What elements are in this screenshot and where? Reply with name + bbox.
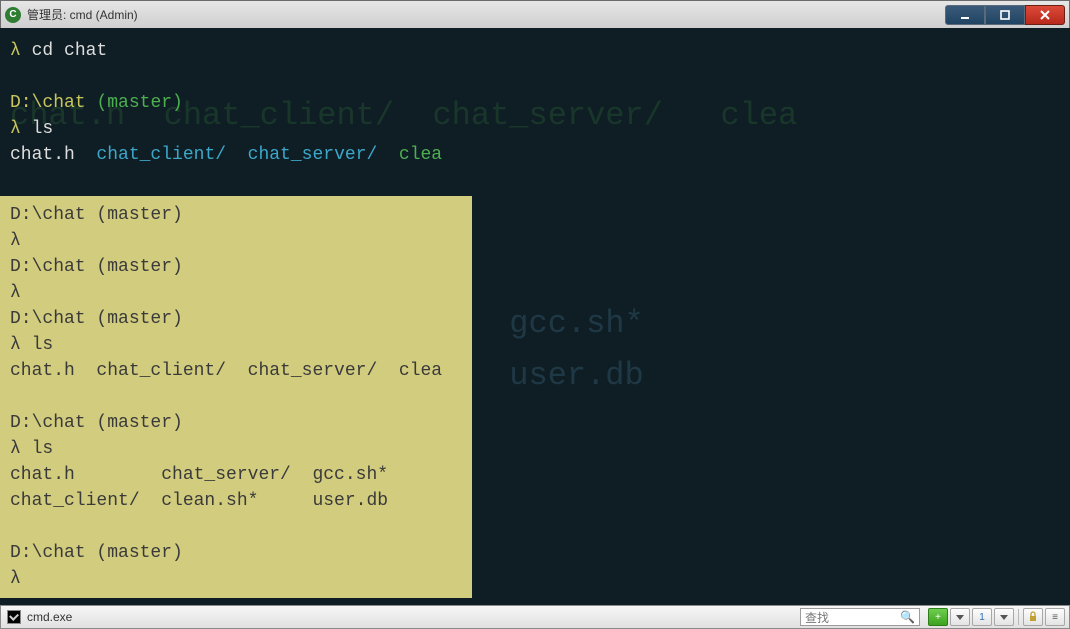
dir: chat_server/ [248, 145, 378, 165]
selection-block: D:\chat (master) λ D:\chat (master) λ D:… [0, 196, 472, 598]
dir: chat_client/ [96, 145, 226, 165]
tab-count: 1 [979, 612, 985, 623]
tab-count-button[interactable]: 1 [972, 608, 992, 626]
close-button[interactable] [1025, 5, 1065, 25]
menu-button[interactable]: ≡ [1045, 608, 1065, 626]
prompt-path: D:\chat [10, 93, 86, 113]
prompt-symbol: λ [10, 41, 21, 61]
sel-line: λ [10, 569, 21, 589]
partial: clea [399, 145, 442, 165]
sel-line: λ [10, 439, 21, 459]
title-bar: C 管理员: cmd (Admin) [0, 0, 1070, 28]
sel-line: λ [10, 231, 21, 251]
cmd-cd: cd chat [32, 41, 108, 61]
sel-line: chat.h chat_server/ gcc.sh* [10, 465, 388, 485]
sel-line: chat_client/ clean.sh* user.db [10, 491, 388, 511]
status-bar: cmd.exe 查找 🔍 + 1 ≡ [0, 605, 1070, 629]
terminal-output: λ cd chat D:\chat (master) λ ls chat.h c… [10, 38, 1060, 168]
prompt-branch: (master) [96, 93, 182, 113]
tab-label[interactable]: cmd.exe [27, 610, 72, 624]
file: chat.h [10, 145, 75, 165]
sel-line: D:\chat (master) [10, 257, 183, 277]
sel-line: D:\chat (master) [10, 309, 183, 329]
window-controls [945, 5, 1065, 25]
sel-line: chat.h chat_client/ chat_server/ clea [10, 361, 442, 381]
sel-line: D:\chat (master) [10, 543, 183, 563]
minimize-button[interactable] [945, 5, 985, 25]
status-icons: + 1 ≡ [924, 608, 1069, 626]
sel-line: D:\chat (master) [10, 413, 183, 433]
new-tab-dropdown[interactable] [950, 608, 970, 626]
sel-line: λ [10, 283, 21, 303]
search-input[interactable]: 查找 🔍 [800, 608, 920, 626]
minimize-icon [959, 9, 971, 21]
cmd-ls: ls [32, 119, 54, 139]
status-left: cmd.exe [1, 610, 800, 624]
sel-line: λ [10, 335, 21, 355]
new-tab-button[interactable]: + [928, 608, 948, 626]
plus-icon: + [935, 612, 941, 623]
separator [1018, 609, 1019, 625]
maximize-icon [999, 9, 1011, 21]
close-icon [1039, 9, 1051, 21]
lock-button[interactable] [1023, 608, 1043, 626]
window-title: 管理员: cmd (Admin) [27, 6, 945, 23]
chevron-down-icon [956, 615, 964, 620]
search-placeholder: 查找 [805, 609, 829, 626]
app-icon: C [5, 7, 21, 23]
maximize-button[interactable] [985, 5, 1025, 25]
terminal[interactable]: chat.h chat_client/ chat_server/ clea D:… [0, 28, 1070, 605]
sel-line: D:\chat (master) [10, 205, 183, 225]
cmd-icon [7, 610, 21, 624]
search-icon: 🔍 [900, 610, 915, 624]
prompt-symbol: λ [10, 119, 21, 139]
hamburger-icon: ≡ [1052, 612, 1058, 623]
tab-count-dropdown[interactable] [994, 608, 1014, 626]
app-window: C 管理员: cmd (Admin) chat.h chat_client/ c… [0, 0, 1070, 629]
lock-icon [1027, 611, 1039, 623]
chevron-down-icon [1000, 615, 1008, 620]
